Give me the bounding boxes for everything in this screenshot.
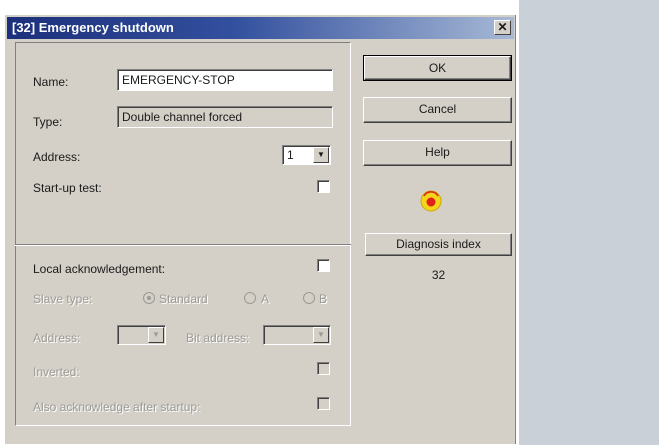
slave-type-label: Slave type: <box>33 292 93 306</box>
address2-label: Address: <box>33 331 81 345</box>
address2-select[interactable]: ▼ <box>117 325 166 345</box>
radio-b-label: B <box>319 292 328 306</box>
close-icon[interactable]: ✕ <box>494 20 511 35</box>
ok-button[interactable]: OK <box>363 55 512 81</box>
bit-address-select[interactable]: ▼ <box>263 325 331 345</box>
local-ack-checkbox[interactable] <box>317 259 330 272</box>
local-ack-label: Local acknowledgement: <box>33 262 166 276</box>
radio-a-label: A <box>261 292 270 306</box>
address-label: Address: <box>33 150 81 164</box>
radio-standard[interactable] <box>143 292 155 304</box>
cancel-button[interactable]: Cancel <box>363 97 512 123</box>
diagnosis-index-button[interactable]: Diagnosis index <box>365 233 512 256</box>
inverted-label: Inverted: <box>33 365 80 379</box>
chevron-down-icon[interactable]: ▼ <box>313 327 329 343</box>
desktop-background <box>519 0 659 445</box>
address-select[interactable]: 1 ▼ <box>282 145 331 165</box>
name-field[interactable]: EMERGENCY-STOP <box>117 69 333 91</box>
name-label: Name: <box>33 75 69 89</box>
startup-test-checkbox[interactable] <box>317 180 330 193</box>
also-ack-label: Also acknowledge after startup: <box>33 400 201 414</box>
inverted-checkbox[interactable] <box>317 362 330 375</box>
type-field: Double channel forced <box>117 106 333 128</box>
title-bar[interactable]: [32] Emergency shutdown ✕ <box>7 17 514 39</box>
also-ack-checkbox[interactable] <box>317 397 330 410</box>
bit-address-label: Bit address: <box>186 331 250 345</box>
radio-standard-label: Standard <box>159 292 208 306</box>
section-divider <box>15 244 351 246</box>
chevron-down-icon[interactable]: ▼ <box>148 327 164 343</box>
chevron-down-icon[interactable]: ▼ <box>313 147 329 163</box>
diagnosis-value: 32 <box>431 268 446 282</box>
window-title: [32] Emergency shutdown <box>12 20 174 35</box>
help-button[interactable]: Help <box>363 140 512 166</box>
type-label: Type: <box>33 115 63 129</box>
emergency-stop-icon <box>420 190 442 212</box>
startup-test-label: Start-up test: <box>33 181 102 195</box>
radio-a[interactable] <box>244 292 256 304</box>
radio-b[interactable] <box>303 292 315 304</box>
address-value: 1 <box>287 148 294 162</box>
